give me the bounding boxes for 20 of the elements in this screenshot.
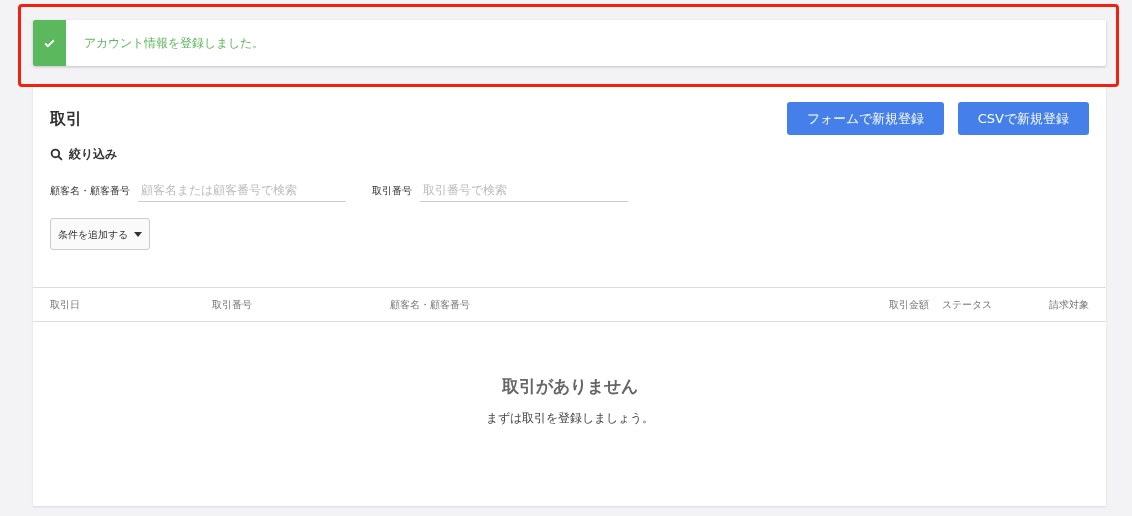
column-header: 顧客名・顧客番号	[390, 298, 470, 312]
filter-heading: 絞り込み	[69, 146, 117, 163]
add-condition-dropdown[interactable]: 条件を追加する	[50, 218, 150, 250]
column-header: 請求対象	[1049, 298, 1089, 312]
empty-title: 取引がありません	[501, 375, 638, 398]
search-icon	[50, 147, 63, 161]
column-header: 取引番号	[212, 298, 252, 312]
page-title: 取引	[50, 107, 82, 130]
column-header: ステータス	[942, 298, 992, 312]
search-field[interactable]: 取引番号で検索	[420, 178, 628, 202]
empty-message: まずは取引を登録しましょう。	[485, 409, 654, 427]
field-label: 取引番号	[372, 183, 412, 198]
field-label: 顧客名・顧客番号	[50, 183, 130, 198]
column-header: 取引金額	[889, 298, 929, 312]
register-button[interactable]: CSVで新規登録	[957, 102, 1089, 135]
column-header: 取引日	[50, 298, 80, 312]
toast-message: アカウント情報を登録しました。	[84, 35, 264, 52]
caret-icon	[134, 231, 142, 237]
search-field[interactable]: 顧客名または顧客番号で検索	[138, 178, 346, 202]
register-button[interactable]: フォームで新規登録	[786, 102, 944, 135]
